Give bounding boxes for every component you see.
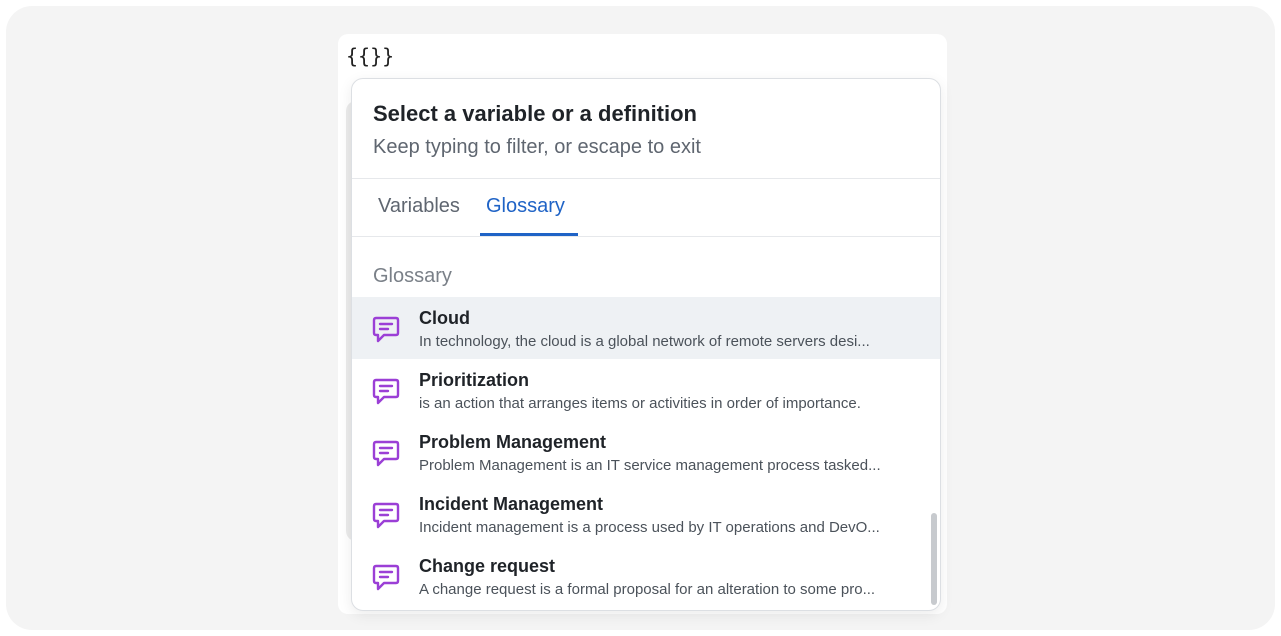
glossary-item-description: is an action that arranges items or acti… bbox=[419, 395, 861, 412]
tab-bar: Variables Glossary bbox=[352, 179, 940, 237]
section-label: Glossary bbox=[373, 265, 452, 287]
glossary-comment-icon bbox=[372, 502, 400, 529]
glossary-list: Cloud In technology, the cloud is a glob… bbox=[352, 297, 940, 607]
glossary-item-description: In technology, the cloud is a global net… bbox=[419, 333, 870, 350]
variable-picker-popup: Select a variable or a definition Keep t… bbox=[351, 78, 941, 611]
editor-line[interactable] bbox=[396, 46, 896, 72]
list-scrollbar[interactable] bbox=[931, 513, 937, 605]
glossary-item-description: Problem Management is an IT service mana… bbox=[419, 457, 881, 474]
popup-title: Select a variable or a definition bbox=[373, 101, 697, 126]
popup-header: Select a variable or a definition Keep t… bbox=[352, 79, 940, 179]
glossary-item-description: A change request is a formal proposal fo… bbox=[419, 581, 876, 598]
glossary-comment-icon bbox=[372, 316, 400, 343]
glossary-item-title: Prioritization bbox=[419, 370, 530, 390]
active-tab-indicator bbox=[480, 233, 578, 236]
glossary-item-prioritization[interactable]: Prioritization is an action that arrange… bbox=[352, 359, 940, 421]
glossary-item-title: Change request bbox=[419, 556, 556, 576]
tab-glossary[interactable]: Glossary bbox=[486, 195, 565, 218]
editor-text[interactable]: {{}} bbox=[346, 44, 394, 68]
glossary-comment-icon bbox=[372, 378, 400, 405]
glossary-comment-icon bbox=[372, 564, 400, 591]
glossary-item-problem-management[interactable]: Problem Management Problem Management is… bbox=[352, 421, 940, 483]
glossary-item-cloud[interactable]: Cloud In technology, the cloud is a glob… bbox=[352, 297, 940, 359]
glossary-item-title: Problem Management bbox=[419, 432, 607, 452]
glossary-item-incident-management[interactable]: Incident Management Incident management … bbox=[352, 483, 940, 545]
glossary-item-title: Cloud bbox=[419, 308, 470, 328]
tab-variables[interactable]: Variables bbox=[378, 195, 460, 218]
glossary-item-title: Incident Management bbox=[419, 494, 604, 514]
glossary-comment-icon bbox=[372, 440, 400, 467]
glossary-item-description: Incident management is a process used by… bbox=[419, 519, 880, 536]
popup-subtitle: Keep typing to filter, or escape to exit bbox=[373, 136, 701, 158]
glossary-item-change-request[interactable]: Change request A change request is a for… bbox=[352, 545, 940, 607]
